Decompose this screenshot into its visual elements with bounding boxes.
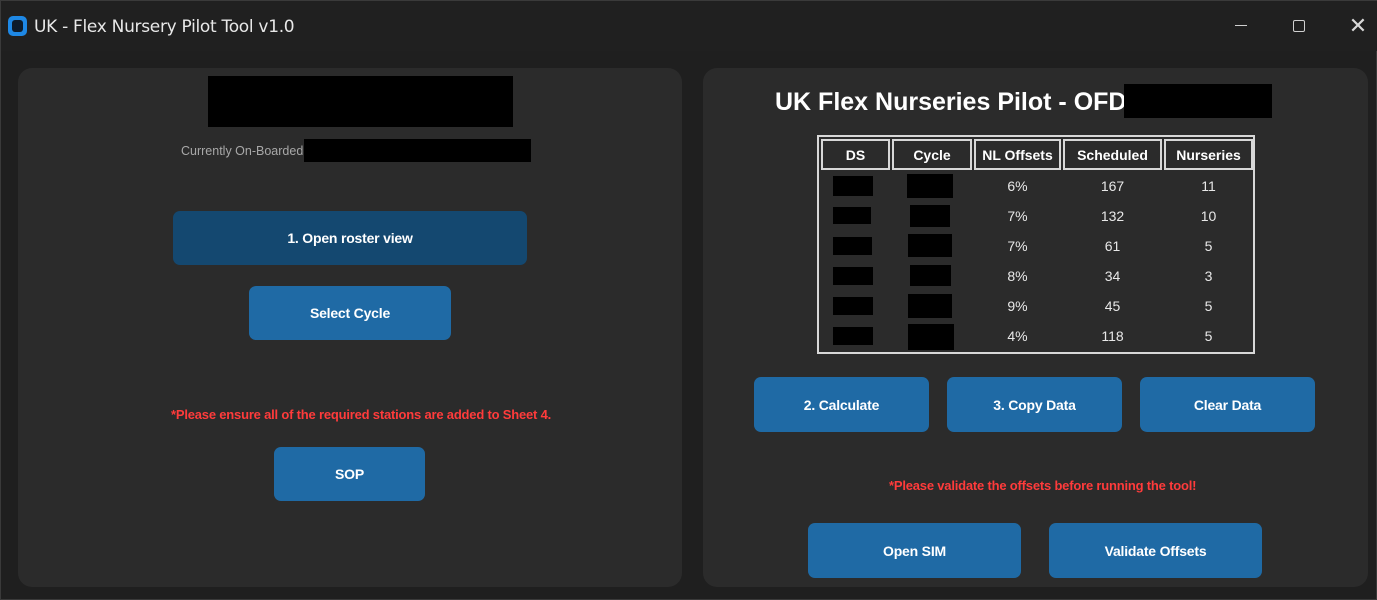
- left-panel: Currently On-Boarded: 1. Open roster vie…: [18, 68, 682, 587]
- table-cell-nurseries: 10: [1200, 208, 1217, 224]
- table-cell-nl-offsets: 7%: [1007, 208, 1028, 224]
- copy-data-button[interactable]: 3. Copy Data: [947, 377, 1122, 432]
- open-sim-button[interactable]: Open SIM: [808, 523, 1021, 578]
- table-header-nl-offsets: NL Offsets: [974, 139, 1061, 170]
- table-header-scheduled: Scheduled: [1063, 139, 1162, 170]
- redacted-ds-cell: [833, 176, 873, 196]
- redacted-title-suffix: [1124, 84, 1272, 118]
- maximize-icon: [1293, 20, 1305, 32]
- table-cell-scheduled: 118: [1101, 328, 1124, 344]
- redacted-ds-cell: [833, 207, 871, 224]
- table-cell-nurseries: 5: [1204, 238, 1213, 254]
- table-cell-nurseries: 3: [1204, 268, 1213, 284]
- table-cell-scheduled: 167: [1100, 178, 1125, 194]
- app-icon: [8, 16, 27, 36]
- minimize-icon: [1235, 25, 1247, 26]
- minimize-button[interactable]: [1228, 13, 1254, 39]
- table-cell-nurseries: 5: [1204, 328, 1213, 344]
- page-title: UK Flex Nurseries Pilot - OFD: [775, 88, 1127, 116]
- redacted-logo: [208, 76, 513, 127]
- table-cell-scheduled: 34: [1104, 268, 1121, 284]
- table-header-nurseries: Nurseries: [1164, 139, 1253, 170]
- redacted-ds-cell: [833, 297, 873, 315]
- redacted-cycle-cell: [908, 294, 952, 318]
- table-cell-scheduled: 61: [1104, 238, 1121, 254]
- redacted-cycle-cell: [910, 265, 951, 286]
- onboarded-label: Currently On-Boarded:: [181, 144, 307, 158]
- offsets-table: DS Cycle NL Offsets Scheduled Nurseries …: [817, 135, 1255, 354]
- clear-data-button[interactable]: Clear Data: [1140, 377, 1315, 432]
- redacted-onboarded-value: [304, 139, 531, 162]
- window-title: UK - Flex Nursery Pilot Tool v1.0: [34, 17, 295, 37]
- redacted-ds-cell: [833, 267, 873, 285]
- table-cell-nl-offsets: 9%: [1007, 298, 1028, 314]
- redacted-ds-cell: [833, 327, 873, 345]
- table-cell-nl-offsets: 6%: [1007, 178, 1028, 194]
- redacted-cycle-cell: [908, 324, 954, 350]
- select-cycle-button[interactable]: Select Cycle: [249, 286, 451, 340]
- close-button[interactable]: ✕: [1345, 13, 1371, 39]
- maximize-button[interactable]: [1286, 13, 1312, 39]
- table-cell-nurseries: 5: [1204, 298, 1213, 314]
- redacted-ds-cell: [833, 237, 872, 255]
- stations-warning: *Please ensure all of the required stati…: [171, 407, 552, 422]
- sop-button[interactable]: SOP: [274, 447, 425, 501]
- calculate-button[interactable]: 2. Calculate: [754, 377, 929, 432]
- open-roster-view-button[interactable]: 1. Open roster view: [173, 211, 527, 265]
- table-cell-nl-offsets: 8%: [1007, 268, 1028, 284]
- table-cell-nl-offsets: 7%: [1007, 238, 1028, 254]
- table-cell-scheduled: 45: [1104, 298, 1121, 314]
- validate-offsets-button[interactable]: Validate Offsets: [1049, 523, 1262, 578]
- offsets-warning: *Please validate the offsets before runn…: [889, 478, 1197, 493]
- table-header-ds: DS: [821, 139, 890, 170]
- redacted-cycle-cell: [908, 234, 952, 257]
- table-cell-scheduled: 132: [1100, 208, 1125, 224]
- redacted-cycle-cell: [910, 205, 950, 227]
- table-header-cycle: Cycle: [892, 139, 972, 170]
- right-panel: UK Flex Nurseries Pilot - OFD DS Cycle N…: [703, 68, 1368, 587]
- redacted-cycle-cell: [907, 174, 953, 198]
- table-cell-nl-offsets: 4%: [1007, 328, 1028, 344]
- app-window: UK - Flex Nursery Pilot Tool v1.0 ✕ Curr…: [0, 0, 1377, 600]
- title-bar: UK - Flex Nursery Pilot Tool v1.0 ✕: [1, 1, 1377, 51]
- table-cell-nurseries: 11: [1201, 178, 1216, 194]
